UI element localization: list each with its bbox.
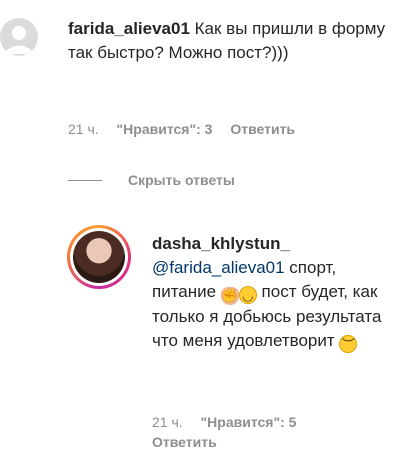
comment-time[interactable]: 21 ч. [68, 121, 99, 137]
pensive-face-icon: ︶ [339, 335, 358, 353]
hide-replies-button[interactable]: Скрыть ответы [68, 172, 235, 188]
comment-text: farida_alieva01 Как вы пришли в форму та… [68, 17, 388, 65]
hide-replies-label: Скрыть ответы [128, 172, 235, 188]
reply-reply-button[interactable]: Ответить [152, 434, 217, 450]
reply-username[interactable]: dasha_khlystun_ [152, 232, 392, 256]
comment-farida: farida_alieva01 Как вы пришли в форму та… [0, 0, 400, 150]
reply-text: dasha_khlystun_ @farida_alieva01 спорт, … [152, 232, 392, 353]
comment-username[interactable]: farida_alieva01 [68, 19, 190, 38]
divider-line [68, 179, 102, 181]
default-avatar-icon[interactable] [0, 18, 38, 56]
mention-link[interactable]: @farida_alieva01 [152, 258, 285, 277]
reply-meta: 21 ч. "Нравится": 5 [152, 414, 310, 430]
comment-likes[interactable]: "Нравится": 3 [117, 121, 213, 137]
smiling-face-icon: ◡ [238, 286, 257, 304]
reply-button[interactable]: Ответить [230, 121, 295, 137]
comment-meta: 21 ч. "Нравится": 3 Ответить [68, 121, 295, 137]
flexed-biceps-icon: ✊ [220, 287, 239, 305]
reply-likes[interactable]: "Нравится": 5 [201, 414, 297, 430]
reply-meta-2: Ответить [152, 434, 217, 450]
story-avatar[interactable] [67, 225, 131, 289]
reply-time[interactable]: 21 ч. [152, 414, 183, 430]
avatar [73, 231, 125, 283]
